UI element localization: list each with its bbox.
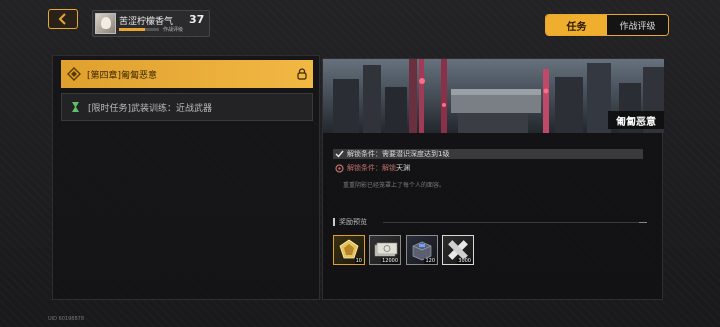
mission-item-limited[interactable]: [限时任务]武装训练：近战武器 — [61, 93, 313, 121]
player-level: 37 — [189, 13, 205, 26]
requirement-label: 解锁条件： — [347, 150, 382, 158]
requirement-highlight: 解锁 — [382, 164, 396, 172]
rewards-header: 奖励预览 — [333, 217, 367, 227]
exp-label: 作战评级 — [163, 27, 184, 33]
mission-item-chapter4[interactable]: [第四章]匍匐恶意 — [61, 60, 313, 88]
section-bar — [333, 218, 335, 226]
reward-item[interactable]: 10 — [333, 235, 365, 265]
banner-title: 匍匐恶意 — [608, 111, 664, 129]
lock-icon — [297, 68, 307, 80]
uid-label: UID 60198878 — [48, 316, 85, 322]
reward-item[interactable]: 120 — [406, 235, 438, 265]
mission-list: [第四章]匍匐恶意 [限时任务]武装训练：近战武器 — [52, 55, 320, 300]
reward-item[interactable]: 12000 — [369, 235, 401, 265]
requirement-label: 解锁条件： — [347, 164, 382, 172]
mission-title: [第四章]匍匐恶意 — [87, 70, 158, 81]
reward-count: 120 — [424, 258, 436, 264]
diamond-quest-icon — [67, 67, 81, 81]
mission-detail: 匍匐恶意 解锁条件： 需要潜识深度达到1级 解锁条件： 解锁 天渊 重重阴影已经… — [322, 58, 664, 300]
tab-bar: 任务 作战评级 — [545, 14, 669, 36]
player-card[interactable]: 苦涩柠檬香气 37 作战评级 — [92, 10, 210, 37]
warning-circle-icon — [335, 163, 344, 173]
tab-combat-rating[interactable]: 作战评级 — [607, 15, 668, 35]
requirement-text: 需要潜识深度达到1级 — [382, 150, 450, 158]
mission-description: 重重阴影已经笼罩上了每个人的面容。 — [343, 182, 446, 189]
back-button[interactable] — [48, 9, 78, 29]
mission-title: [限时任务]武装训练：近战武器 — [88, 103, 213, 114]
green-quest-icon — [72, 102, 79, 112]
exp-bar — [119, 28, 159, 31]
mission-banner: 匍匐恶意 — [323, 59, 664, 133]
requirement-text: 天渊 — [396, 164, 410, 172]
divider — [383, 222, 647, 223]
exp-fill — [119, 28, 145, 31]
avatar — [95, 13, 116, 34]
chevron-left-icon — [58, 13, 66, 25]
reward-count: 3000 — [457, 258, 472, 264]
checkmark-icon — [335, 150, 344, 158]
rewards-title: 奖励预览 — [339, 218, 367, 226]
reward-count: 10 — [354, 258, 363, 264]
tab-missions[interactable]: 任务 — [546, 15, 607, 35]
requirement-unmet: 解锁条件： 解锁 天渊 — [333, 163, 410, 173]
requirement-met: 解锁条件： 需要潜识深度达到1级 — [333, 149, 643, 159]
reward-item[interactable]: 3000 — [442, 235, 474, 265]
reward-count: 12000 — [381, 258, 399, 264]
